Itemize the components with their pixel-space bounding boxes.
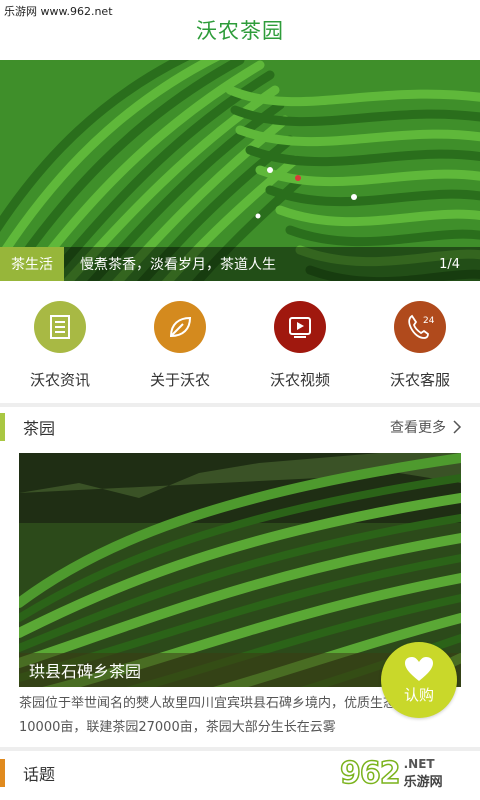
subscribe-button[interactable]: 认购 (381, 642, 457, 718)
menu-item-video[interactable]: 沃农视频 (240, 281, 360, 403)
news-icon (34, 301, 86, 353)
menu-label: 沃农视频 (269, 371, 330, 389)
video-icon (274, 301, 326, 353)
support-badge: 24 (423, 316, 435, 326)
view-more-link[interactable]: 查看更多 (390, 417, 446, 437)
section-title: 茶园 (23, 419, 56, 438)
watermark-logo-net: .NET (403, 756, 435, 771)
watermark-logo-cn: 乐游网 (403, 774, 443, 790)
quick-menu: 沃农资讯 关于沃农 沃农视频 24 沃农客服 (0, 281, 480, 403)
menu-item-news[interactable]: 沃农资讯 (0, 281, 120, 403)
section-accent-bar (0, 413, 5, 441)
menu-item-support[interactable]: 24 沃农客服 (360, 281, 480, 403)
leaf-icon (154, 301, 206, 353)
heart-icon (405, 656, 433, 681)
banner-carousel[interactable]: 茶生活 慢煮茶香，淡看岁月，茶道人生 1/4 (0, 60, 480, 281)
phone-24-icon: 24 (394, 301, 446, 353)
banner-tag: 茶生活 (0, 247, 64, 281)
page-title: 沃农茶园 (196, 19, 284, 43)
section-accent-bar (0, 759, 5, 787)
banner-page-indicator: 1/4 (439, 256, 460, 272)
watermark-logo: 962 .NET 乐游网 (339, 748, 476, 798)
watermark-logo-number: 962 (339, 755, 401, 792)
menu-item-about[interactable]: 关于沃农 (120, 281, 240, 403)
card-title: 珙县石碑乡茶园 (29, 662, 142, 681)
watermark-text: 乐游网 www.962.net (4, 5, 113, 18)
menu-label: 关于沃农 (149, 371, 210, 389)
banner-caption-text: 慢煮茶香，淡看岁月，茶道人生 (80, 257, 276, 273)
section-header-garden: 茶园 查看更多 (0, 407, 480, 447)
subscribe-label: 认购 (403, 685, 434, 704)
menu-label: 沃农客服 (389, 371, 450, 389)
menu-label: 沃农资讯 (29, 371, 90, 389)
banner-caption: 茶生活 慢煮茶香，淡看岁月，茶道人生 1/4 (0, 247, 480, 281)
chevron-right-icon[interactable] (452, 420, 462, 434)
